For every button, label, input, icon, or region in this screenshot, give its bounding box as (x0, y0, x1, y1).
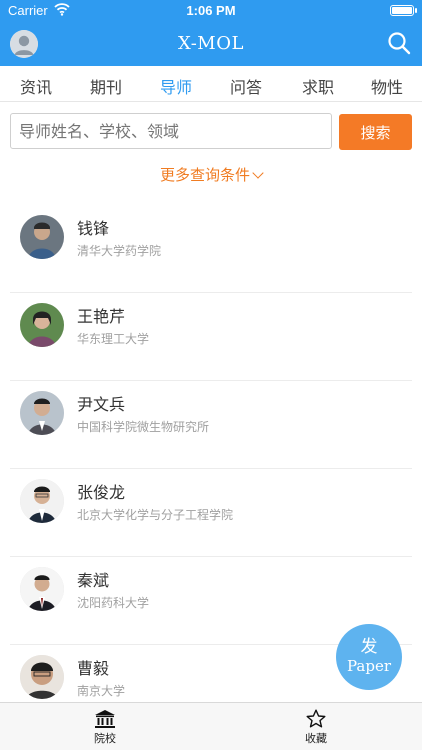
clock: 1:06 PM (186, 3, 236, 18)
advisor-name: 曹毅 (77, 659, 110, 678)
tab-advisors[interactable]: 导师 (160, 74, 192, 98)
advisor-affiliation: 南京大学 (77, 684, 126, 698)
search-input[interactable] (10, 113, 332, 149)
advisor-affiliation: 清华大学药学院 (77, 244, 162, 258)
more-conditions-label: 更多查询条件 (159, 166, 250, 184)
nav-bar: X-MOL (0, 22, 422, 66)
advisor-name: 秦斌 (77, 571, 110, 590)
chevron-down-icon (252, 167, 264, 179)
tab-jobs[interactable]: 求职 (302, 74, 334, 98)
tab-news[interactable]: 资讯 (20, 74, 52, 98)
advisor-name: 钱锋 (77, 219, 110, 238)
advisor-affiliation: 华东理工大学 (77, 332, 150, 346)
advisor-photo (20, 479, 64, 523)
tab-properties[interactable]: 物性 (371, 74, 403, 98)
advisor-photo (20, 655, 64, 699)
advisor-name: 尹文兵 (77, 395, 126, 414)
tabbar-label: 收藏 (305, 732, 327, 745)
tabbar-item-favorites[interactable]: 收藏 (276, 709, 356, 746)
advisor-affiliation: 中国科学院微生物研究所 (77, 420, 210, 434)
category-tabs: 资讯 期刊 导师 问答 求职 物性 (0, 66, 422, 102)
bottom-tabbar: 院校 收藏 (0, 702, 422, 750)
tab-journals[interactable]: 期刊 (90, 74, 122, 98)
tab-qa[interactable]: 问答 (230, 74, 262, 98)
advisor-name: 王艳芹 (77, 307, 126, 326)
app-title: X-MOL (178, 33, 244, 54)
advisor-affiliation: 沈阳药科大学 (77, 596, 150, 610)
search-row: 搜索 (0, 102, 422, 160)
battery-icon (390, 5, 417, 16)
list-item[interactable]: 钱锋 清华大学药学院 (10, 205, 412, 293)
search-button[interactable]: 搜索 (339, 114, 412, 150)
advisor-photo (20, 391, 64, 435)
advisor-name: 张俊龙 (77, 483, 126, 502)
advisor-photo (20, 567, 64, 611)
list-item[interactable]: 王艳芹 华东理工大学 (10, 293, 412, 381)
advisor-photo (20, 303, 64, 347)
list-item[interactable]: 张俊龙 北京大学化学与分子工程学院 (10, 469, 412, 557)
fab-line1: 发 (360, 637, 378, 657)
institution-icon (95, 710, 115, 728)
publish-paper-button[interactable]: 发 Paper (336, 624, 402, 690)
search-icon[interactable] (386, 30, 412, 56)
tabbar-item-institutions[interactable]: 院校 (65, 709, 145, 746)
list-item[interactable]: 尹文兵 中国科学院微生物研究所 (10, 381, 412, 469)
advisor-photo (20, 215, 64, 259)
fab-line2: Paper (346, 657, 391, 675)
more-conditions-link[interactable]: 更多查询条件 (0, 164, 422, 185)
advisor-affiliation: 北京大学化学与分子工程学院 (77, 508, 234, 522)
star-icon (306, 709, 326, 728)
tabbar-label: 院校 (94, 732, 116, 745)
status-bar: Carrier 1:06 PM (0, 0, 422, 22)
